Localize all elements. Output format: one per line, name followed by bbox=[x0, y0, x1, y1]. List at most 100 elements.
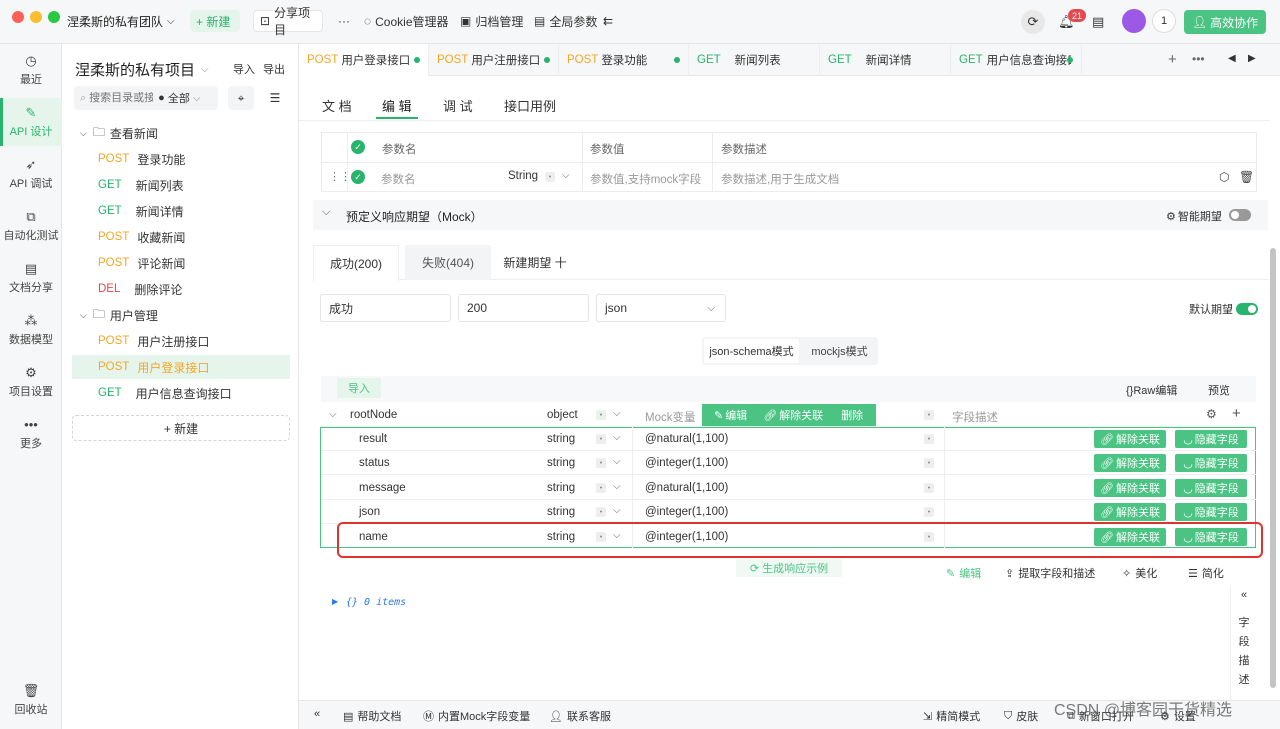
hide-field-button[interactable]: ◡ 隐藏字段 bbox=[1175, 430, 1247, 448]
sync-icon[interactable]: ⟳ bbox=[1021, 10, 1045, 34]
extract-fields-button[interactable]: ⇪ 提取字段和描述 bbox=[1005, 565, 1095, 581]
root-unlink-button[interactable]: 解除关联 bbox=[779, 407, 823, 423]
unlink-button[interactable]: 🔗︎ 解除关联 bbox=[1094, 430, 1166, 448]
check-row-icon[interactable]: ✓ bbox=[351, 170, 365, 184]
field-name[interactable]: json bbox=[359, 506, 380, 518]
team-selector[interactable]: 涅柔斯的私有团队 ⌵ bbox=[67, 13, 175, 30]
format-select[interactable]: json ⌵ bbox=[596, 294, 726, 322]
rail-more[interactable]: ••• 更多 bbox=[0, 410, 62, 458]
tab-success[interactable]: 成功(200) bbox=[313, 245, 399, 281]
chevron-down-icon[interactable]: ⌵ bbox=[329, 409, 337, 420]
json-schema-mode[interactable]: json-schema模式 bbox=[704, 339, 799, 363]
new-item-button[interactable]: + 新建 bbox=[72, 415, 290, 441]
minimize-window-icon[interactable] bbox=[30, 11, 42, 23]
folder-users[interactable]: ⌵ 🗀 用户管理 bbox=[72, 303, 290, 327]
tree-item[interactable]: POST 评论新闻 bbox=[72, 251, 290, 275]
avatar[interactable] bbox=[1122, 9, 1146, 33]
tree-item[interactable]: GET 新闻列表 bbox=[72, 173, 290, 197]
collapse-sidebar-icon[interactable]: « bbox=[314, 708, 320, 720]
tree-item[interactable]: DEL 删除评论 bbox=[72, 277, 290, 301]
global-params-button[interactable]: ▤ 全局参数 bbox=[528, 10, 603, 32]
add-tab-icon[interactable]: + bbox=[1168, 51, 1177, 68]
tab-user-register[interactable]: POST 用户注册接口 bbox=[429, 44, 559, 76]
field-mock[interactable]: @integer(1,100) bbox=[645, 506, 728, 518]
filter-select[interactable]: 全部 bbox=[168, 90, 190, 106]
archive-button[interactable]: ▣ 归档管理 bbox=[454, 10, 529, 32]
support-button[interactable]: 👤︎ 联系客服 bbox=[549, 708, 611, 724]
param-type-select[interactable]: String bbox=[508, 170, 538, 182]
simple-mode-button[interactable]: ⇲ 精简模式 bbox=[923, 708, 980, 724]
search-input[interactable] bbox=[89, 92, 154, 104]
expect-name-field[interactable]: 成功 bbox=[320, 294, 451, 322]
tab-login[interactable]: POST 登录功能 bbox=[559, 44, 689, 76]
field-type[interactable]: string bbox=[547, 482, 575, 494]
share-project-button[interactable]: ⊡ 分享项目 bbox=[253, 6, 323, 37]
status-code-field[interactable]: 200 bbox=[458, 294, 589, 322]
cube-icon[interactable]: ⬡ bbox=[1219, 170, 1229, 184]
expand-icon[interactable]: ▶ bbox=[332, 597, 338, 606]
tab-news-detail[interactable]: GET 新闻详情 bbox=[820, 44, 951, 76]
root-type[interactable]: object bbox=[547, 409, 578, 421]
root-delete-button[interactable]: 删除 bbox=[841, 407, 863, 423]
hide-field-button[interactable]: ◡ 隐藏字段 bbox=[1175, 503, 1247, 521]
rail-recent[interactable]: ◷ 最近 bbox=[0, 46, 62, 94]
user-count[interactable]: 1 bbox=[1152, 9, 1176, 33]
more-menu-button[interactable]: ··· bbox=[332, 10, 356, 32]
default-expect-toggle[interactable] bbox=[1236, 303, 1258, 315]
param-value-input[interactable]: 参数值,支持mock字段 bbox=[590, 171, 701, 187]
prev-tab-icon[interactable]: ◀ bbox=[1228, 53, 1236, 64]
collapse-tree-icon[interactable]: ☰ bbox=[262, 86, 288, 110]
tree-item[interactable]: GET 新闻详情 bbox=[72, 199, 290, 223]
tree-item-active[interactable]: POST 用户登录接口 bbox=[72, 355, 290, 379]
folder-news[interactable]: ⌵ 🗀 查看新闻 bbox=[72, 121, 290, 145]
add-field-icon[interactable]: + bbox=[1232, 405, 1241, 422]
hide-field-button[interactable]: ◡ 隐藏字段 bbox=[1175, 479, 1247, 497]
more-tabs-icon[interactable]: ••• bbox=[1192, 52, 1205, 66]
collaborate-button[interactable]: 👤︎ 高效协作 bbox=[1184, 10, 1266, 34]
settings-icon[interactable]: ⚙ bbox=[1206, 407, 1217, 421]
collapse-icon[interactable]: ⇇ bbox=[597, 10, 619, 32]
next-tab-icon[interactable]: ▶ bbox=[1248, 53, 1256, 64]
project-selector[interactable]: 涅柔斯的私有项目 ⌵ bbox=[75, 59, 209, 80]
trash-icon[interactable]: 🗑︎ bbox=[1239, 170, 1254, 184]
rail-recycle[interactable]: 🗑︎ 回收站 bbox=[0, 676, 62, 724]
param-desc-input[interactable]: 参数描述,用于生成文档 bbox=[721, 171, 839, 187]
field-mock[interactable]: @integer(1,100) bbox=[645, 457, 728, 469]
check-all-icon[interactable]: ✓ bbox=[351, 140, 365, 154]
field-type[interactable]: string bbox=[547, 457, 575, 469]
tree-item[interactable]: POST 用户注册接口 bbox=[72, 329, 290, 353]
subtab-edit[interactable]: 编 辑 bbox=[382, 96, 412, 115]
rail-api-design[interactable]: ✎ API 设计 bbox=[0, 98, 62, 146]
field-name[interactable]: result bbox=[359, 433, 387, 445]
field-desc-side-panel[interactable]: « 字 段 描 述 bbox=[1230, 585, 1257, 700]
mockjs-mode[interactable]: mockjs模式 bbox=[803, 339, 876, 363]
maximize-window-icon[interactable] bbox=[48, 11, 60, 23]
tree-item[interactable]: POST 收藏新闻 bbox=[72, 225, 290, 249]
tree-item[interactable]: GET 用户信息查询接口 bbox=[72, 381, 290, 405]
field-mock[interactable]: @natural(1,100) bbox=[645, 433, 728, 445]
export-button[interactable]: 导出 bbox=[263, 61, 285, 77]
tab-user-login[interactable]: POST 用户登录接口 bbox=[299, 44, 429, 76]
unlink-button[interactable]: 🔗︎ 解除关联 bbox=[1094, 454, 1166, 472]
unlink-button[interactable]: 🔗︎ 解除关联 bbox=[1094, 503, 1166, 521]
raw-edit-button[interactable]: {}Raw编辑 bbox=[1126, 382, 1177, 398]
field-type[interactable]: string bbox=[547, 506, 575, 518]
param-name-input[interactable]: 参数名 bbox=[381, 171, 416, 187]
rail-doc-share[interactable]: ▤ 文档分享 bbox=[0, 254, 62, 302]
unlink-button[interactable]: 🔗︎ 解除关联 bbox=[1094, 479, 1166, 497]
tab-fail[interactable]: 失败(404) bbox=[405, 245, 491, 280]
skin-button[interactable]: ⛉ 皮肤 bbox=[1004, 708, 1038, 724]
new-button[interactable]: + 新建 bbox=[190, 10, 240, 32]
beautify-button[interactable]: ✧ 美化 bbox=[1122, 565, 1157, 581]
import-schema-button[interactable]: 导入 bbox=[337, 378, 381, 398]
rail-data-model[interactable]: ⁂ 数据模型 bbox=[0, 306, 62, 354]
tree-item[interactable]: POST 登录功能 bbox=[72, 147, 290, 171]
field-mock[interactable]: @natural(1,100) bbox=[645, 482, 728, 494]
subtab-doc[interactable]: 文 档 bbox=[322, 96, 352, 115]
subtab-cases[interactable]: 接口用例 bbox=[504, 96, 556, 115]
field-type[interactable]: string bbox=[547, 433, 575, 445]
help-docs-button[interactable]: ▤ 帮助文档 bbox=[343, 708, 401, 724]
search-box[interactable]: ⌕ ●全部⌵ bbox=[74, 86, 218, 110]
new-expect-tab[interactable]: 新建期望 十 bbox=[500, 245, 570, 280]
field-name[interactable]: status bbox=[359, 457, 390, 469]
